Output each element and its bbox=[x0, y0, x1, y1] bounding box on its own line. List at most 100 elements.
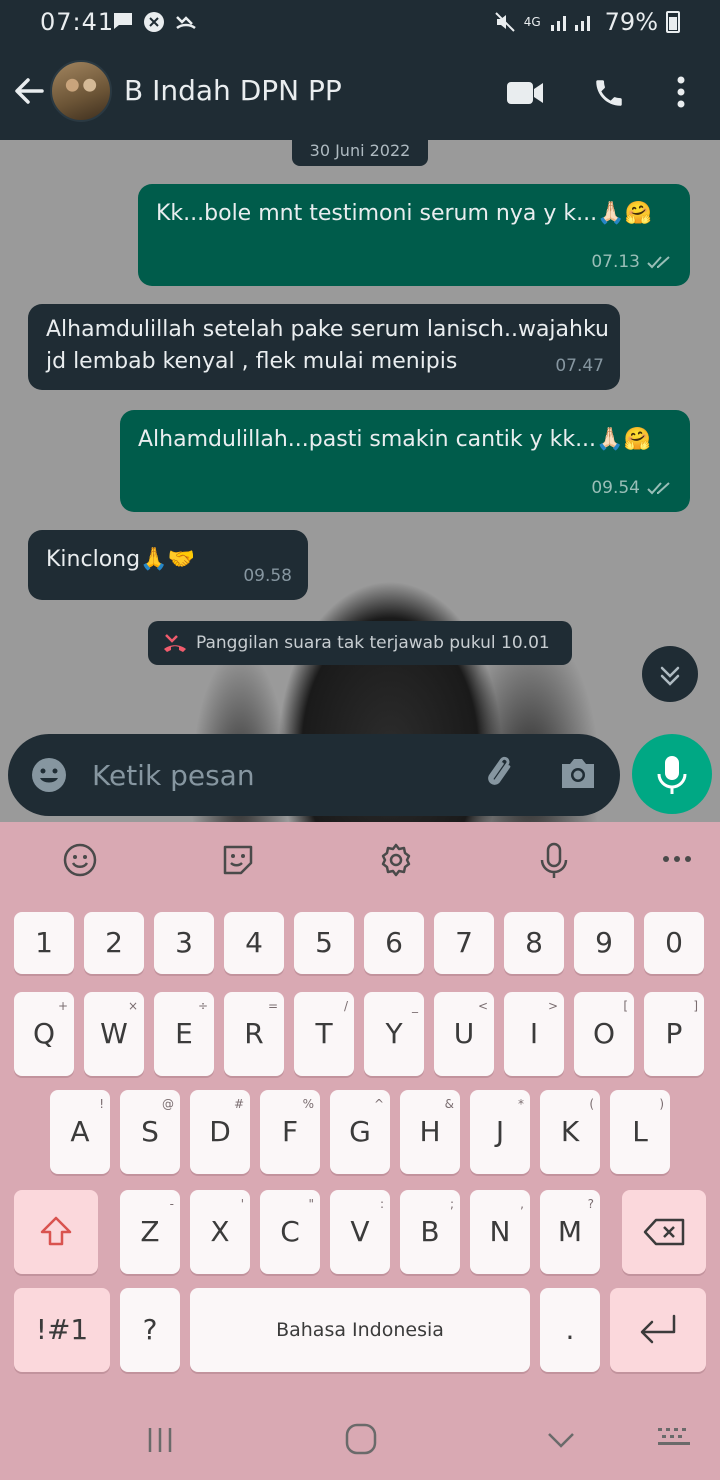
key-z[interactable]: Z- bbox=[120, 1190, 180, 1274]
key-5[interactable]: 5 bbox=[294, 912, 354, 974]
message-meta: 09.58 bbox=[243, 560, 292, 592]
key-h[interactable]: H & bbox=[400, 1090, 460, 1174]
camera-icon[interactable] bbox=[558, 756, 598, 792]
more-vert-icon[interactable] bbox=[676, 76, 686, 108]
message-bubble[interactable]: Alhamdulillah...pasti smakin cantik y kk… bbox=[120, 410, 690, 512]
key-k[interactable]: K( bbox=[540, 1090, 600, 1174]
key-s[interactable]: S @ bbox=[120, 1090, 180, 1174]
key-label: P bbox=[665, 1017, 683, 1050]
enter-key[interactable] bbox=[610, 1288, 706, 1372]
key-label: Y bbox=[385, 1017, 403, 1050]
key-period[interactable]: . bbox=[540, 1288, 600, 1372]
battery-icon bbox=[666, 11, 680, 33]
sticker-icon[interactable] bbox=[220, 842, 256, 878]
key-3[interactable]: 3 bbox=[154, 912, 214, 974]
key-label: 6 bbox=[385, 926, 403, 959]
contact-name[interactable]: B Indah DPN PP bbox=[124, 74, 342, 107]
mic-button[interactable] bbox=[632, 734, 712, 814]
key-c[interactable]: C " bbox=[260, 1190, 320, 1274]
scroll-to-bottom-button[interactable] bbox=[642, 646, 698, 702]
key-b[interactable]: B; bbox=[400, 1190, 460, 1274]
key-label: A bbox=[70, 1115, 90, 1148]
key-a[interactable]: A! bbox=[50, 1090, 110, 1174]
missed-call-notice[interactable]: Panggilan suara tak terjawab pukul 10.01 bbox=[148, 621, 572, 665]
key-secondary-label: = bbox=[267, 999, 278, 1013]
key-o[interactable]: O[ bbox=[574, 992, 634, 1076]
phone-icon[interactable] bbox=[592, 76, 626, 110]
recent-apps-icon[interactable] bbox=[146, 1426, 174, 1454]
key-v[interactable]: V: bbox=[330, 1190, 390, 1274]
space-key[interactable]: Bahasa Indonesia bbox=[190, 1288, 530, 1372]
back-arrow-icon[interactable] bbox=[12, 74, 46, 108]
home-icon[interactable] bbox=[344, 1422, 378, 1456]
key-secondary-label: & bbox=[444, 1097, 454, 1111]
key-4[interactable]: 4 bbox=[224, 912, 284, 974]
key-secondary-label: - bbox=[169, 1197, 174, 1211]
back-nav-icon[interactable] bbox=[546, 1430, 576, 1450]
key-n[interactable]: N, bbox=[470, 1190, 530, 1274]
key-l[interactable]: L) bbox=[610, 1090, 670, 1174]
key-i[interactable]: I > bbox=[504, 992, 564, 1076]
emoji-icon[interactable] bbox=[30, 756, 68, 794]
key-f[interactable]: F% bbox=[260, 1090, 320, 1174]
key-secondary-label: % bbox=[302, 1097, 314, 1111]
key-label: 9 bbox=[595, 926, 613, 959]
message-bubble[interactable]: Alhamdulillah setelah pake serum lanisch… bbox=[28, 304, 620, 390]
double-check-icon bbox=[647, 256, 670, 269]
key-label: O bbox=[592, 1017, 616, 1050]
key-0[interactable]: 0 bbox=[644, 912, 704, 974]
key-9[interactable]: 9 bbox=[574, 912, 634, 974]
emoji-icon[interactable] bbox=[62, 842, 98, 878]
mic-icon bbox=[657, 756, 687, 794]
key-label: J bbox=[495, 1115, 505, 1148]
keyboard-switch-icon[interactable] bbox=[656, 1426, 692, 1450]
key-1[interactable]: 1 bbox=[14, 912, 74, 974]
key-7[interactable]: 7 bbox=[434, 912, 494, 974]
key-secondary-label: , bbox=[520, 1197, 524, 1211]
message-input[interactable] bbox=[92, 752, 452, 798]
key-w[interactable]: W × bbox=[84, 992, 144, 1076]
key-label: 4 bbox=[245, 926, 263, 959]
key-u[interactable]: U < bbox=[434, 992, 494, 1076]
key-p[interactable]: P] bbox=[644, 992, 704, 1076]
key-m[interactable]: M? bbox=[540, 1190, 600, 1274]
key-label: 0 bbox=[665, 926, 683, 959]
shift-key[interactable] bbox=[14, 1190, 98, 1274]
key-question[interactable]: ? bbox=[120, 1288, 180, 1372]
symbols-key[interactable]: !#1 bbox=[14, 1288, 110, 1372]
missed-call-icon bbox=[164, 634, 186, 652]
chat-area[interactable]: 30 Juni 2022 Kk...bole mnt testimoni ser… bbox=[0, 140, 720, 822]
key-d[interactable]: D # bbox=[190, 1090, 250, 1174]
avatar[interactable] bbox=[50, 60, 112, 122]
video-call-icon[interactable] bbox=[506, 80, 544, 106]
status-bar: 07:41 4G 79% bbox=[0, 0, 720, 46]
message-bubble[interactable]: Kinclong🙏🤝 09.58 bbox=[28, 530, 308, 600]
key-label: Bahasa Indonesia bbox=[276, 1319, 444, 1341]
key-8[interactable]: 8 bbox=[504, 912, 564, 974]
backspace-key[interactable] bbox=[622, 1190, 706, 1274]
key-j[interactable]: J * bbox=[470, 1090, 530, 1174]
key-label: ? bbox=[142, 1313, 158, 1346]
date-chip: 30 Juni 2022 bbox=[292, 140, 428, 166]
message-bubble[interactable]: Kk...bole mnt testimoni serum nya y k...… bbox=[138, 184, 690, 286]
key-2[interactable]: 2 bbox=[84, 912, 144, 974]
voice-input-icon[interactable] bbox=[538, 842, 570, 880]
key-label: C bbox=[280, 1215, 300, 1248]
key-x[interactable]: X ' bbox=[190, 1190, 250, 1274]
key-secondary-label: ] bbox=[693, 999, 698, 1013]
more-horiz-icon[interactable] bbox=[662, 854, 692, 864]
gear-icon[interactable] bbox=[378, 842, 414, 878]
key-y[interactable]: Y _ bbox=[364, 992, 424, 1076]
key-g[interactable]: G ^ bbox=[330, 1090, 390, 1174]
key-6[interactable]: 6 bbox=[364, 912, 424, 974]
key-t[interactable]: T / bbox=[294, 992, 354, 1076]
key-label: K bbox=[560, 1115, 580, 1148]
whatsapp-icon bbox=[144, 12, 164, 32]
key-q[interactable]: Q + bbox=[14, 992, 74, 1076]
key-label: T bbox=[315, 1017, 333, 1050]
key-label: Q bbox=[32, 1017, 56, 1050]
key-secondary-label: ^ bbox=[373, 1097, 384, 1111]
key-r[interactable]: R = bbox=[224, 992, 284, 1076]
attach-icon[interactable] bbox=[482, 754, 522, 794]
key-e[interactable]: E ÷ bbox=[154, 992, 214, 1076]
